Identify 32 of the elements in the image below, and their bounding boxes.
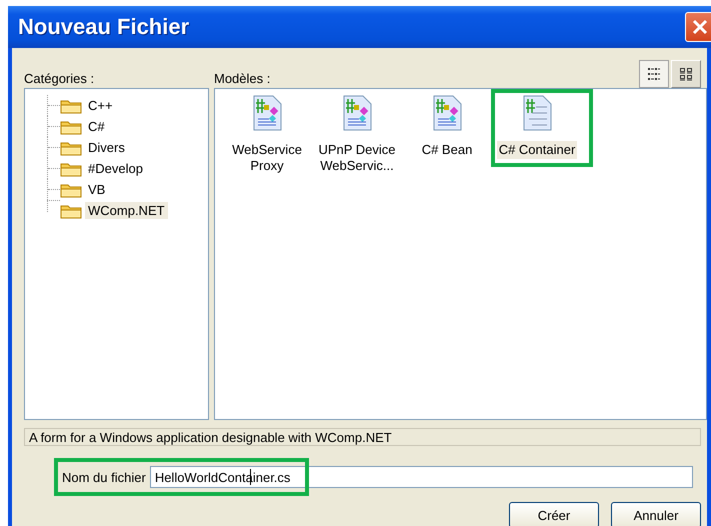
folder-icon [60, 160, 82, 176]
folder-icon [60, 98, 82, 114]
models-label: Modèles : [214, 71, 270, 88]
category-item[interactable]: C++ [85, 97, 116, 114]
folder-icon [60, 140, 82, 156]
large-icons-view-icon [679, 67, 693, 81]
view-button[interactable] [639, 60, 669, 88]
template-item[interactable]: C# Bean [420, 141, 474, 159]
component-file-icon [341, 95, 373, 131]
folder-icon [60, 182, 82, 198]
dialog-button[interactable]: Annuler [611, 502, 701, 526]
component-file-icon [251, 95, 283, 131]
window-title: Nouveau Fichier [18, 14, 190, 40]
template-item[interactable]: WebService Proxy [225, 141, 309, 175]
template-item[interactable]: UPnP Device WebServic... [315, 141, 399, 175]
category-item[interactable]: VB [85, 181, 108, 198]
category-item[interactable]: WComp.NET [85, 202, 168, 219]
filename-label: Nom du fichier [62, 470, 146, 484]
category-item[interactable]: #Develop [85, 160, 146, 177]
list-view-icon [647, 67, 661, 81]
template-item[interactable]: C# Container [496, 141, 578, 159]
category-item[interactable]: Divers [85, 139, 128, 156]
folder-icon [60, 202, 82, 218]
close-button[interactable] [685, 12, 711, 42]
folder-icon [60, 118, 82, 134]
close-icon [691, 18, 709, 36]
dialog-button[interactable]: Créer [509, 502, 599, 526]
category-item[interactable]: C# [85, 118, 108, 135]
categories-label: Catégories : [24, 71, 96, 88]
component-file-icon [431, 95, 463, 131]
description-bar: A form for a Windows application designable with WComp.NET [24, 428, 701, 446]
form-file-icon [521, 95, 553, 131]
